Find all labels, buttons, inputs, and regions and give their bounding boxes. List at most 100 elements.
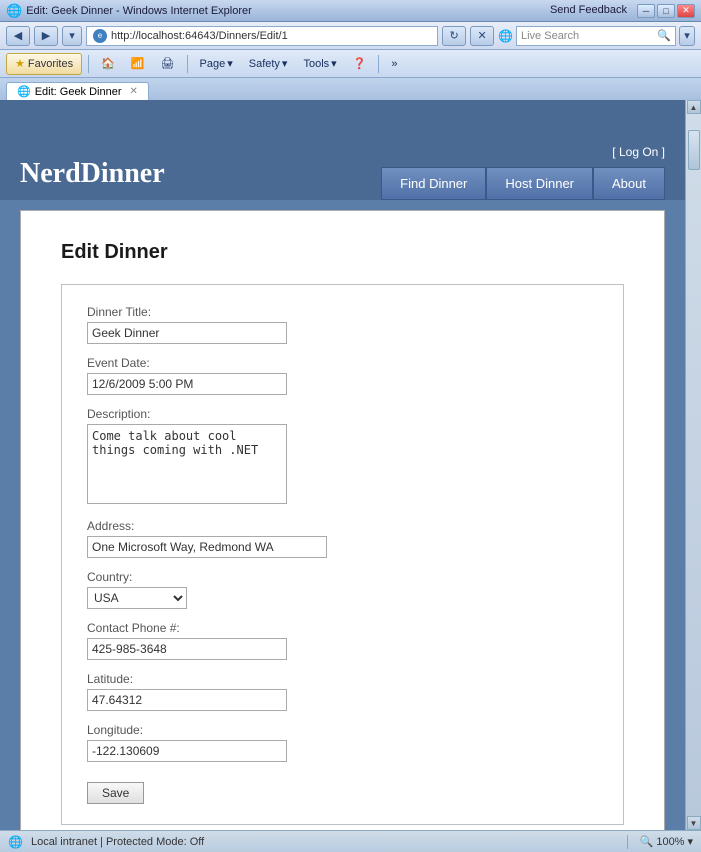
status-separator xyxy=(627,835,628,849)
toolbar-separator-2 xyxy=(187,55,188,73)
toolbar: ★ Favorites 🏠 📶 🖨 Page ▾ Safety ▾ Tools … xyxy=(0,50,701,78)
longitude-label: Longitude: xyxy=(87,723,598,737)
nav-buttons: Find Dinner Host Dinner About xyxy=(381,167,665,200)
site-header: NerdDinner [ Log On ] Find Dinner Host D… xyxy=(0,100,685,200)
tools-label: Tools xyxy=(303,58,329,70)
header-right: [ Log On ] Find Dinner Host Dinner About xyxy=(381,145,665,200)
print-button[interactable]: 🖨 xyxy=(155,53,181,75)
home-icon: 🏠 xyxy=(101,57,115,70)
event-date-input[interactable] xyxy=(87,373,287,395)
minimize-button[interactable]: ─ xyxy=(637,4,655,18)
tab-bar: 🌐 Edit: Geek Dinner ✕ xyxy=(0,78,701,100)
safety-menu[interactable]: Safety ▾ xyxy=(243,53,294,75)
longitude-input[interactable] xyxy=(87,740,287,762)
ie-icon: 🌐 xyxy=(6,3,22,19)
country-label: Country: xyxy=(87,570,598,584)
scroll-down-arrow[interactable]: ▼ xyxy=(687,816,701,830)
contact-phone-label: Contact Phone #: xyxy=(87,621,598,635)
address-input[interactable] xyxy=(87,536,327,558)
vertical-scrollbar[interactable]: ▲ ▼ xyxy=(685,100,701,830)
dropdown-button[interactable]: ▾ xyxy=(62,26,82,46)
description-textarea[interactable]: Come talk about cool things coming with … xyxy=(87,424,287,504)
feeds-icon: 📶 xyxy=(131,57,145,70)
dinner-title-label: Dinner Title: xyxy=(87,305,598,319)
globe-icon: 🌐 xyxy=(8,835,23,849)
zoom-control[interactable]: 🔍 100% ▾ xyxy=(640,835,693,848)
address-field[interactable]: e http://localhost:64643/Dinners/Edit/1 xyxy=(86,26,438,46)
tools-menu[interactable]: Tools ▾ xyxy=(297,53,342,75)
home-button[interactable]: 🏠 xyxy=(95,53,121,75)
close-button[interactable]: ✕ xyxy=(677,4,695,18)
latitude-label: Latitude: xyxy=(87,672,598,686)
page-icon: e xyxy=(93,29,107,43)
ie-search-icon: 🌐 xyxy=(498,29,513,43)
save-button[interactable]: Save xyxy=(87,782,144,804)
description-label: Description: xyxy=(87,407,598,421)
latitude-input[interactable] xyxy=(87,689,287,711)
search-area: 🌐 Live Search 🔍 ▾ xyxy=(498,26,695,46)
page-title: Edit Dinner xyxy=(61,241,624,264)
scroll-track[interactable] xyxy=(688,114,700,816)
window-title: Edit: Geek Dinner - Windows Internet Exp… xyxy=(26,5,252,17)
address-group: Address: xyxy=(87,519,598,558)
find-dinner-button[interactable]: Find Dinner xyxy=(381,167,486,200)
search-icon: 🔍 xyxy=(657,29,671,42)
description-group: Description: Come talk about cool things… xyxy=(87,407,598,507)
site-logo: NerdDinner xyxy=(20,158,165,200)
search-dropdown-button[interactable]: ▾ xyxy=(679,26,695,46)
login-area: [ Log On ] xyxy=(612,145,665,159)
login-link[interactable]: [ Log On ] xyxy=(612,145,665,159)
safety-dropdown-icon: ▾ xyxy=(282,57,288,70)
scroll-thumb[interactable] xyxy=(688,130,700,170)
contact-phone-group: Contact Phone #: xyxy=(87,621,598,660)
event-date-group: Event Date: xyxy=(87,356,598,395)
edit-dinner-form: Dinner Title: Event Date: Description: C… xyxy=(61,284,624,825)
zoom-dropdown-icon[interactable]: ▾ xyxy=(687,835,693,848)
host-dinner-button[interactable]: Host Dinner xyxy=(486,167,593,200)
favorites-label: Favorites xyxy=(28,58,73,70)
status-bar: 🌐 Local intranet | Protected Mode: Off 🔍… xyxy=(0,830,701,852)
back-button[interactable]: ◀ xyxy=(6,26,30,46)
page-dropdown-icon: ▾ xyxy=(227,57,233,70)
favorites-button[interactable]: ★ Favorites xyxy=(6,53,82,75)
dinner-title-input[interactable] xyxy=(87,322,287,344)
go-button[interactable]: ↻ xyxy=(442,26,466,46)
feedback-link[interactable]: Send Feedback xyxy=(550,4,627,18)
maximize-button[interactable]: □ xyxy=(657,4,675,18)
search-box[interactable]: Live Search 🔍 xyxy=(516,26,676,46)
latitude-group: Latitude: xyxy=(87,672,598,711)
stop-button[interactable]: ✕ xyxy=(470,26,494,46)
search-placeholder: Live Search xyxy=(521,30,579,42)
address-label: Address: xyxy=(87,519,598,533)
tab-label: Edit: Geek Dinner xyxy=(35,86,122,98)
title-bar-text: 🌐 Edit: Geek Dinner - Windows Internet E… xyxy=(6,3,252,19)
feeds-button[interactable]: 📶 xyxy=(125,53,151,75)
zone-label: Local intranet | Protected Mode: Off xyxy=(31,836,204,848)
title-bar: 🌐 Edit: Geek Dinner - Windows Internet E… xyxy=(0,0,701,22)
more-button[interactable]: » xyxy=(385,53,403,75)
toolbar-separator-3 xyxy=(378,55,379,73)
tab-close-icon[interactable]: ✕ xyxy=(130,86,138,97)
page-menu[interactable]: Page ▾ xyxy=(194,53,239,75)
tools-dropdown-icon: ▾ xyxy=(331,57,337,70)
forward-button[interactable]: ▶ xyxy=(34,26,58,46)
zoom-icon: 🔍 xyxy=(640,835,654,848)
active-tab[interactable]: 🌐 Edit: Geek Dinner ✕ xyxy=(6,82,149,100)
zoom-label: 100% xyxy=(656,836,684,848)
safety-label: Safety xyxy=(249,58,280,70)
longitude-group: Longitude: xyxy=(87,723,598,762)
print-icon: 🖨 xyxy=(161,57,175,70)
about-button[interactable]: About xyxy=(593,167,665,200)
toolbar-separator-1 xyxy=(88,55,89,73)
contact-phone-input[interactable] xyxy=(87,638,287,660)
country-group: Country: USA Canada UK Australia xyxy=(87,570,598,609)
country-select[interactable]: USA Canada UK Australia xyxy=(87,587,187,609)
help-button[interactable]: ❓ xyxy=(347,53,373,75)
event-date-label: Event Date: xyxy=(87,356,598,370)
address-bar: ◀ ▶ ▾ e http://localhost:64643/Dinners/E… xyxy=(0,22,701,50)
scroll-up-arrow[interactable]: ▲ xyxy=(687,100,701,114)
browser-content: NerdDinner [ Log On ] Find Dinner Host D… xyxy=(0,100,701,830)
main-area: Edit Dinner Dinner Title: Event Date: xyxy=(0,200,685,830)
star-icon: ★ xyxy=(15,57,25,70)
content-box: Edit Dinner Dinner Title: Event Date: xyxy=(20,210,665,830)
